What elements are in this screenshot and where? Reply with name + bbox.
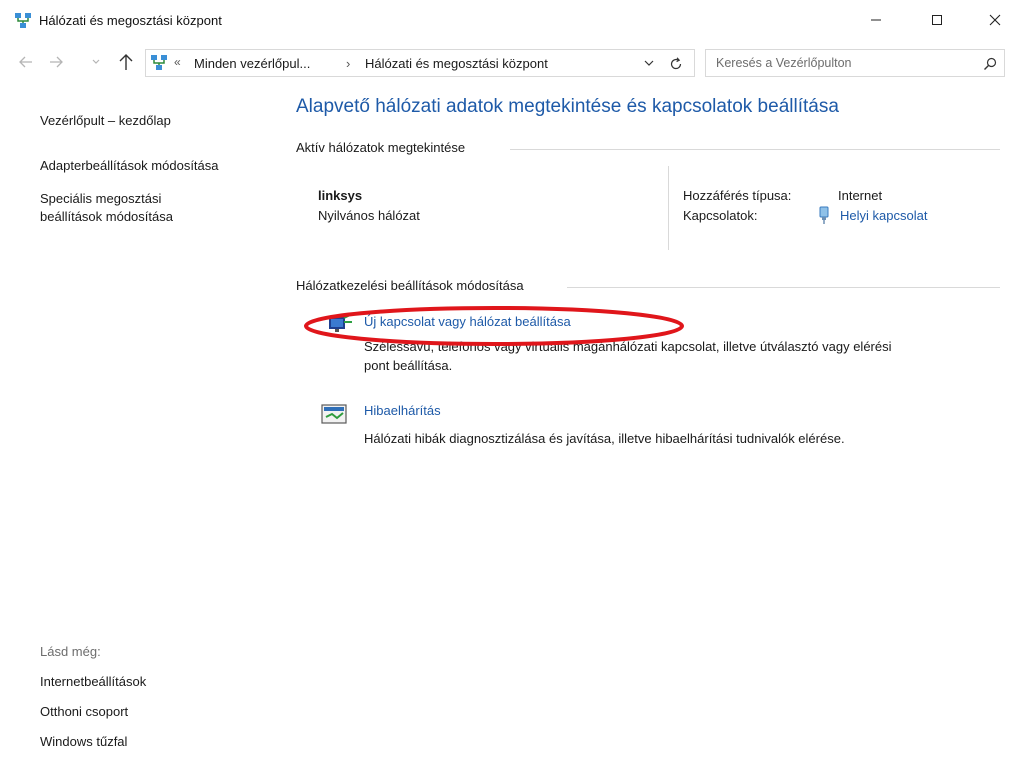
- search-icon: [984, 57, 997, 70]
- sidebar-link-control-panel-home[interactable]: Vezérlőpult – kezdőlap: [40, 112, 171, 130]
- search-input[interactable]: Keresés a Vezérlőpulton: [705, 49, 1005, 77]
- maximize-button[interactable]: [914, 0, 960, 40]
- active-networks-header: Aktív hálózatok megtekintése: [296, 140, 466, 155]
- task-troubleshoot-link[interactable]: Hibaelhárítás: [364, 403, 441, 418]
- access-type-label: Hozzáférés típusa:: [683, 188, 792, 203]
- sidebar-link-adapter-settings[interactable]: Adapterbeállítások módosítása: [40, 157, 219, 175]
- network-name: linksys: [318, 188, 363, 203]
- up-arrow-icon[interactable]: [116, 51, 136, 73]
- recent-locations-chevron-icon[interactable]: [91, 55, 101, 69]
- section-divider: [567, 287, 1000, 288]
- breadcrumb-network-center[interactable]: Hálózati és megosztási központ: [365, 56, 548, 71]
- close-icon: [989, 14, 1001, 26]
- troubleshoot-icon: [321, 404, 347, 424]
- section-divider: [510, 149, 1000, 150]
- ethernet-icon: [819, 206, 829, 224]
- network-type[interactable]: Nyilvános hálózat: [318, 208, 420, 223]
- task-new-connection-link[interactable]: Új kapcsolat vagy hálózat beállítása: [364, 314, 571, 329]
- minimize-icon: [871, 19, 881, 21]
- sidebar-link-advanced-sharing-line2[interactable]: beállítások módosítása: [40, 208, 173, 226]
- breadcrumb-overflow[interactable]: «: [174, 55, 181, 69]
- breadcrumb-control-panel[interactable]: Minden vezérlőpul...: [194, 56, 310, 71]
- refresh-icon[interactable]: [668, 56, 684, 72]
- see-also-windows-firewall[interactable]: Windows tűzfal: [40, 733, 127, 751]
- network-icon: [15, 13, 31, 28]
- navigation-bar: « Minden vezérlőpul... › Hálózati és meg…: [0, 44, 1018, 80]
- task-new-connection-desc-line2: pont beállítása.: [364, 358, 453, 373]
- title-bar: Hálózati és megosztási központ: [0, 0, 1018, 44]
- task-troubleshoot-desc: Hálózati hibák diagnosztizálása és javít…: [364, 431, 845, 446]
- settings-header: Hálózatkezelési beállítások módosítása: [296, 278, 524, 293]
- minimize-button[interactable]: [853, 0, 899, 40]
- new-connection-icon: [329, 313, 353, 332]
- task-new-connection-desc-line1: Szélessávú, telefonos vagy virtuális mag…: [364, 339, 892, 354]
- network-info-divider: [668, 166, 669, 250]
- breadcrumb-separator[interactable]: ›: [346, 56, 350, 71]
- see-also-label: Lásd még:: [40, 644, 101, 659]
- window-title: Hálózati és megosztási központ: [39, 13, 222, 28]
- forward-arrow-icon[interactable]: [46, 52, 66, 72]
- connection-link-label[interactable]: Helyi kapcsolat: [840, 208, 927, 223]
- access-type-value: Internet: [838, 188, 883, 203]
- sidebar-link-advanced-sharing-line1[interactable]: Speciális megosztási: [40, 190, 161, 208]
- network-icon: [151, 55, 167, 70]
- see-also-internet-options[interactable]: Internetbeállítások: [40, 673, 146, 691]
- search-placeholder: Keresés a Vezérlőpulton: [716, 56, 852, 70]
- connections-label: Kapcsolatok:: [683, 208, 758, 223]
- page-title: Alapvető hálózati adatok megtekintése és…: [296, 96, 839, 117]
- back-arrow-icon[interactable]: [16, 52, 36, 72]
- see-also-homegroup[interactable]: Otthoni csoport: [40, 703, 128, 721]
- chevron-down-icon[interactable]: [643, 57, 655, 69]
- close-button[interactable]: [972, 0, 1018, 40]
- address-bar[interactable]: « Minden vezérlőpul... › Hálózati és meg…: [145, 49, 695, 77]
- maximize-icon: [932, 15, 942, 25]
